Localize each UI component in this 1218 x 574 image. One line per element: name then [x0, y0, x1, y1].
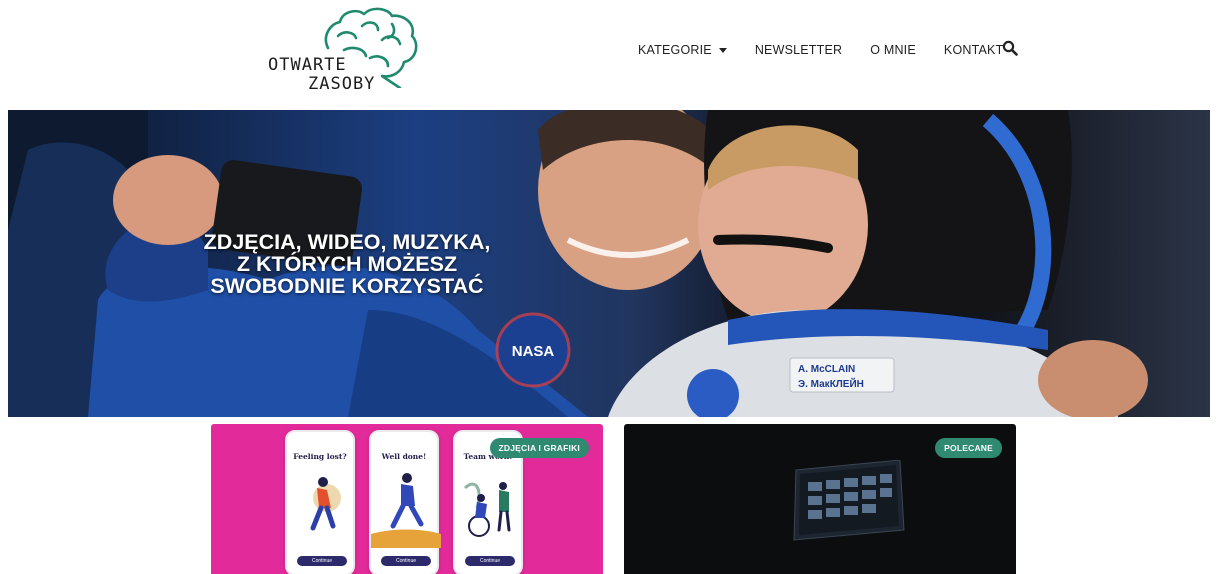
nav-item-newsletter[interactable]: NEWSLETTER	[755, 43, 842, 57]
continue-button: Continue	[297, 556, 347, 566]
hero-title-line2: Z KTÓRYCH MOŻESZ	[236, 252, 458, 276]
phone-title: Well done!	[381, 452, 427, 461]
post-card-polecane[interactable]: POLECANE	[624, 424, 1016, 574]
site-header: OTWARTE ZASOBY KATEGORIE NEWSLETTER O MN…	[0, 0, 1218, 108]
running-person-illustration	[310, 477, 341, 531]
continue-button: Continue	[465, 556, 515, 566]
phone-title: Feeling lost?	[293, 452, 347, 461]
name-tag-2: Э. МакКЛЕЙН	[798, 377, 864, 390]
nav-item-o-mnie[interactable]: O MNIE	[870, 43, 916, 57]
logo-text-line1: OTWARTE	[268, 55, 347, 75]
post-card-zdjecia[interactable]: Feeling lost? Continue Well done! Contin…	[211, 424, 603, 574]
laptop-screen-illustration	[793, 460, 905, 541]
category-badge[interactable]: ZDJĘCIA I GRAFIKI	[489, 438, 589, 458]
search-icon	[1002, 40, 1018, 56]
dancing-person-illustration	[371, 473, 441, 548]
hero-title[interactable]: ZDJĘCIA, WIDEO, MUZYKA, Z KTÓRYCH MOŻESZ…	[188, 231, 506, 297]
name-tag-1: A. McCLAIN	[798, 364, 855, 375]
phone-mockup: Well done! Continue	[369, 430, 441, 574]
main-nav: KATEGORIE NEWSLETTER O MNIE KONTAKT	[638, 40, 1031, 60]
nav-item-label: NEWSLETTER	[754, 43, 843, 57]
category-badge[interactable]: POLECANE	[935, 438, 1002, 458]
nav-item-label: O MNIE	[870, 43, 916, 57]
nasa-patch-text: NASA	[512, 343, 555, 360]
nav-item-label: KONTAKT	[943, 43, 1004, 57]
logo-text-line2: ZASOBY	[308, 74, 376, 94]
phone-mockup: Feeling lost? Continue	[285, 430, 355, 574]
continue-button: Continue	[381, 556, 431, 566]
nav-item-kontakt[interactable]: KONTAKT	[944, 43, 1004, 57]
hero-title-line3: SWOBODNIE KORZYSTAĆ	[210, 274, 484, 298]
nav-item-label: KATEGORIE	[638, 43, 712, 57]
hero-banner[interactable]: A. McCLAIN Э. МакКЛЕЙН NASA ZDJĘCIA, WID…	[8, 110, 1210, 417]
search-button[interactable]	[1001, 40, 1019, 58]
site-logo[interactable]: OTWARTE ZASOBY	[268, 6, 428, 94]
nav-item-kategorie[interactable]: KATEGORIE	[638, 43, 727, 57]
team-illustration	[463, 482, 511, 537]
hero-title-line1: ZDJĘCIA, WIDEO, MUZYKA,	[203, 230, 491, 254]
caret-down-icon	[718, 47, 727, 53]
